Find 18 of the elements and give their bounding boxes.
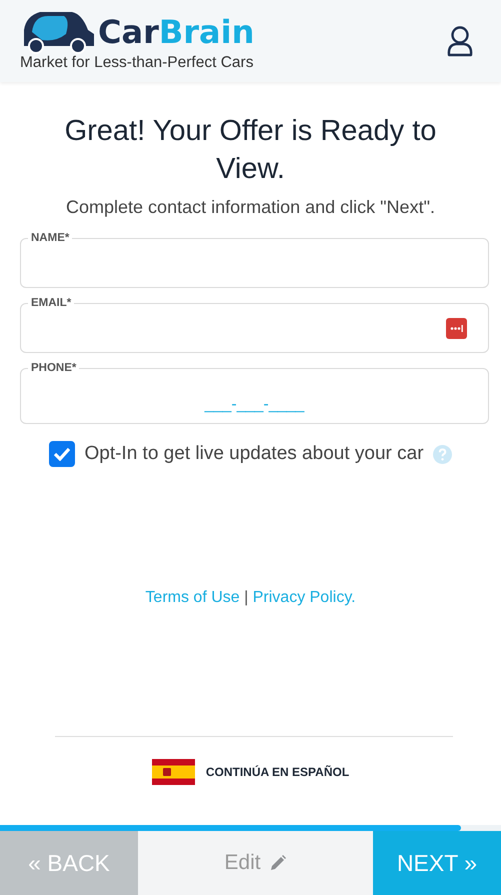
next-button[interactable]: NEXT » xyxy=(373,831,501,895)
terms-link[interactable]: Terms of Use xyxy=(145,589,240,606)
opt-in-label: Opt-In to get live updates about your car xyxy=(84,443,424,465)
edit-button[interactable]: Edit xyxy=(138,831,373,895)
privacy-link[interactable]: Privacy Policy. xyxy=(252,589,356,606)
page-title: Great! Your Offer is Ready to View. xyxy=(64,114,438,187)
checkmark-icon xyxy=(54,447,70,461)
logo-tagline: Market for Less-than-Perfect Cars xyxy=(20,54,254,72)
link-separator: | xyxy=(244,589,248,606)
logo-text: CarBrain xyxy=(98,12,254,53)
pencil-icon xyxy=(268,854,287,872)
instruction-text: Complete contact information and click "Next". xyxy=(65,197,436,218)
opt-in-checkbox[interactable] xyxy=(49,441,76,467)
back-button[interactable]: « BACK xyxy=(0,831,138,895)
spain-flag-icon xyxy=(152,759,195,785)
password-manager-icon[interactable] xyxy=(446,318,467,339)
spanish-language-link[interactable]: CONTINÚA EN ESPAÑOL xyxy=(206,765,350,779)
user-icon[interactable] xyxy=(446,25,474,57)
